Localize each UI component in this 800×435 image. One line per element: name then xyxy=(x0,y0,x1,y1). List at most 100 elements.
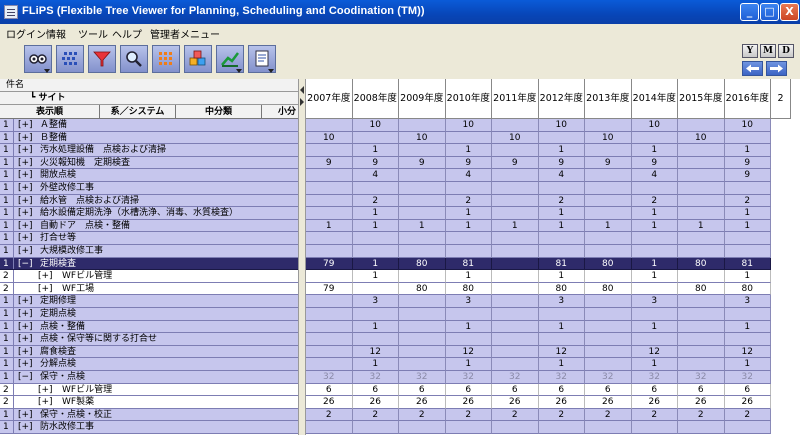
resource-button[interactable] xyxy=(184,45,212,73)
value-cell[interactable]: 2 xyxy=(492,408,539,422)
value-cell[interactable]: 10 xyxy=(492,131,539,145)
value-cell[interactable]: 2 xyxy=(399,408,446,422)
value-cell[interactable] xyxy=(492,144,539,157)
value-cell[interactable] xyxy=(585,270,632,283)
value-cell[interactable]: 6 xyxy=(399,383,446,397)
value-cell[interactable] xyxy=(492,308,539,321)
value-cell[interactable]: 4 xyxy=(445,169,492,182)
menu-admin[interactable]: 管理者メニュー xyxy=(150,26,220,41)
value-cell[interactable] xyxy=(352,245,399,258)
value-cell[interactable]: 1 xyxy=(352,207,399,220)
table-row[interactable]: 2 [+] WFビル管理 6 6 6 6 6 6 6 6 6 6 xyxy=(0,383,800,397)
value-cell[interactable]: 1 xyxy=(631,270,678,283)
value-cell[interactable]: 26 xyxy=(678,396,725,409)
value-cell[interactable]: 9 xyxy=(538,156,585,170)
value-cell[interactable] xyxy=(399,333,446,346)
value-cell[interactable]: 4 xyxy=(352,169,399,182)
value-cell[interactable] xyxy=(585,308,632,321)
table-row[interactable]: 2 [+] WF製薬 26 26 26 26 26 26 26 26 26 26 xyxy=(0,396,800,409)
minimize-button[interactable]: _ xyxy=(740,3,759,21)
expand-toggle[interactable]: [+] xyxy=(18,308,33,320)
value-cell[interactable] xyxy=(585,245,632,258)
value-cell[interactable]: 2 xyxy=(631,408,678,422)
expand-toggle[interactable]: [+] xyxy=(18,119,33,131)
value-cell[interactable] xyxy=(724,131,771,145)
expand-toggle[interactable]: [+] xyxy=(18,220,33,232)
value-cell[interactable] xyxy=(399,232,446,245)
value-cell[interactable] xyxy=(399,421,446,434)
value-cell[interactable] xyxy=(585,320,632,334)
value-cell[interactable] xyxy=(399,308,446,321)
value-cell[interactable] xyxy=(585,295,632,308)
value-cell[interactable]: 26 xyxy=(399,396,446,409)
value-cell[interactable] xyxy=(631,245,678,258)
expand-toggle[interactable]: [+] xyxy=(18,421,33,433)
table-row[interactable]: 2 [+] WF工場 79 80 80 80 80 80 80 xyxy=(0,282,800,296)
value-cell[interactable] xyxy=(445,232,492,245)
expand-toggle[interactable]: [+] xyxy=(18,132,33,144)
value-cell[interactable] xyxy=(399,320,446,334)
value-cell[interactable]: 32 xyxy=(306,371,353,384)
table-row[interactable]: 2 [+] WFビル管理 1 1 1 1 1 xyxy=(0,270,800,283)
value-cell[interactable] xyxy=(538,182,585,195)
table-row[interactable]: 1 [+] 防水改修工事 xyxy=(0,421,800,434)
expand-toggle[interactable]: [+] xyxy=(18,232,33,244)
value-cell[interactable]: 12 xyxy=(352,345,399,359)
expand-toggle[interactable]: [+] xyxy=(18,321,33,333)
expand-toggle[interactable]: [+] xyxy=(18,182,33,194)
value-cell[interactable] xyxy=(445,421,492,434)
value-cell[interactable]: 2 xyxy=(445,408,492,422)
value-cell[interactable] xyxy=(678,232,725,245)
value-cell[interactable]: 12 xyxy=(724,345,771,359)
value-cell[interactable]: 1 xyxy=(631,320,678,334)
value-cell[interactable]: 12 xyxy=(445,345,492,359)
view-button[interactable] xyxy=(24,45,52,73)
value-cell[interactable]: 26 xyxy=(538,396,585,409)
value-cell[interactable]: 80 xyxy=(585,282,632,296)
value-cell[interactable]: 3 xyxy=(352,295,399,308)
value-cell[interactable]: 32 xyxy=(538,371,585,384)
value-cell[interactable]: 2 xyxy=(306,408,353,422)
table-row[interactable]: 1 [−] 保守・点検 32 32 32 32 32 32 32 32 32 32 xyxy=(0,371,800,384)
scroll-right-button[interactable] xyxy=(766,61,787,76)
value-cell[interactable] xyxy=(445,182,492,195)
value-cell[interactable]: 1 xyxy=(585,219,632,233)
close-button[interactable]: X xyxy=(780,3,799,21)
value-cell[interactable] xyxy=(492,245,539,258)
value-cell[interactable]: 2 xyxy=(352,408,399,422)
value-cell[interactable]: 2 xyxy=(631,194,678,208)
filter-button[interactable] xyxy=(88,45,116,73)
value-cell[interactable]: 1 xyxy=(538,320,585,334)
value-cell[interactable] xyxy=(538,421,585,434)
value-cell[interactable]: 9 xyxy=(631,156,678,170)
value-cell[interactable]: 4 xyxy=(538,169,585,182)
value-cell[interactable] xyxy=(631,282,678,296)
value-cell[interactable] xyxy=(306,194,353,208)
value-cell[interactable] xyxy=(352,333,399,346)
value-cell[interactable]: 1 xyxy=(352,358,399,371)
header-display-order[interactable]: 表示順 xyxy=(0,105,100,119)
value-cell[interactable]: 6 xyxy=(724,383,771,397)
value-cell[interactable]: 3 xyxy=(724,295,771,308)
value-cell[interactable]: 3 xyxy=(538,295,585,308)
value-cell[interactable]: 81 xyxy=(724,257,771,271)
table-row[interactable]: 1 [+] 定期点検 xyxy=(0,308,800,321)
value-cell[interactable]: 10 xyxy=(445,119,492,132)
expand-toggle[interactable]: [+] xyxy=(18,169,33,181)
value-cell[interactable]: 2 xyxy=(445,194,492,208)
expand-toggle[interactable]: [+] xyxy=(18,195,33,207)
value-cell[interactable] xyxy=(492,257,539,271)
value-cell[interactable]: 1 xyxy=(631,358,678,371)
value-cell[interactable]: 1 xyxy=(445,207,492,220)
table-row[interactable]: 1 [+] 火災報知機 定期検査 9 9 9 9 9 9 9 9 9 xyxy=(0,156,800,170)
value-cell[interactable]: 1 xyxy=(445,270,492,283)
value-cell[interactable] xyxy=(724,232,771,245)
value-cell[interactable]: 26 xyxy=(352,396,399,409)
header-small-category[interactable]: 小分 xyxy=(262,105,298,119)
value-cell[interactable]: 26 xyxy=(445,396,492,409)
value-cell[interactable]: 6 xyxy=(585,383,632,397)
value-cell[interactable]: 32 xyxy=(678,371,725,384)
value-cell[interactable]: 6 xyxy=(492,383,539,397)
value-cell[interactable]: 12 xyxy=(631,345,678,359)
value-cell[interactable] xyxy=(399,245,446,258)
